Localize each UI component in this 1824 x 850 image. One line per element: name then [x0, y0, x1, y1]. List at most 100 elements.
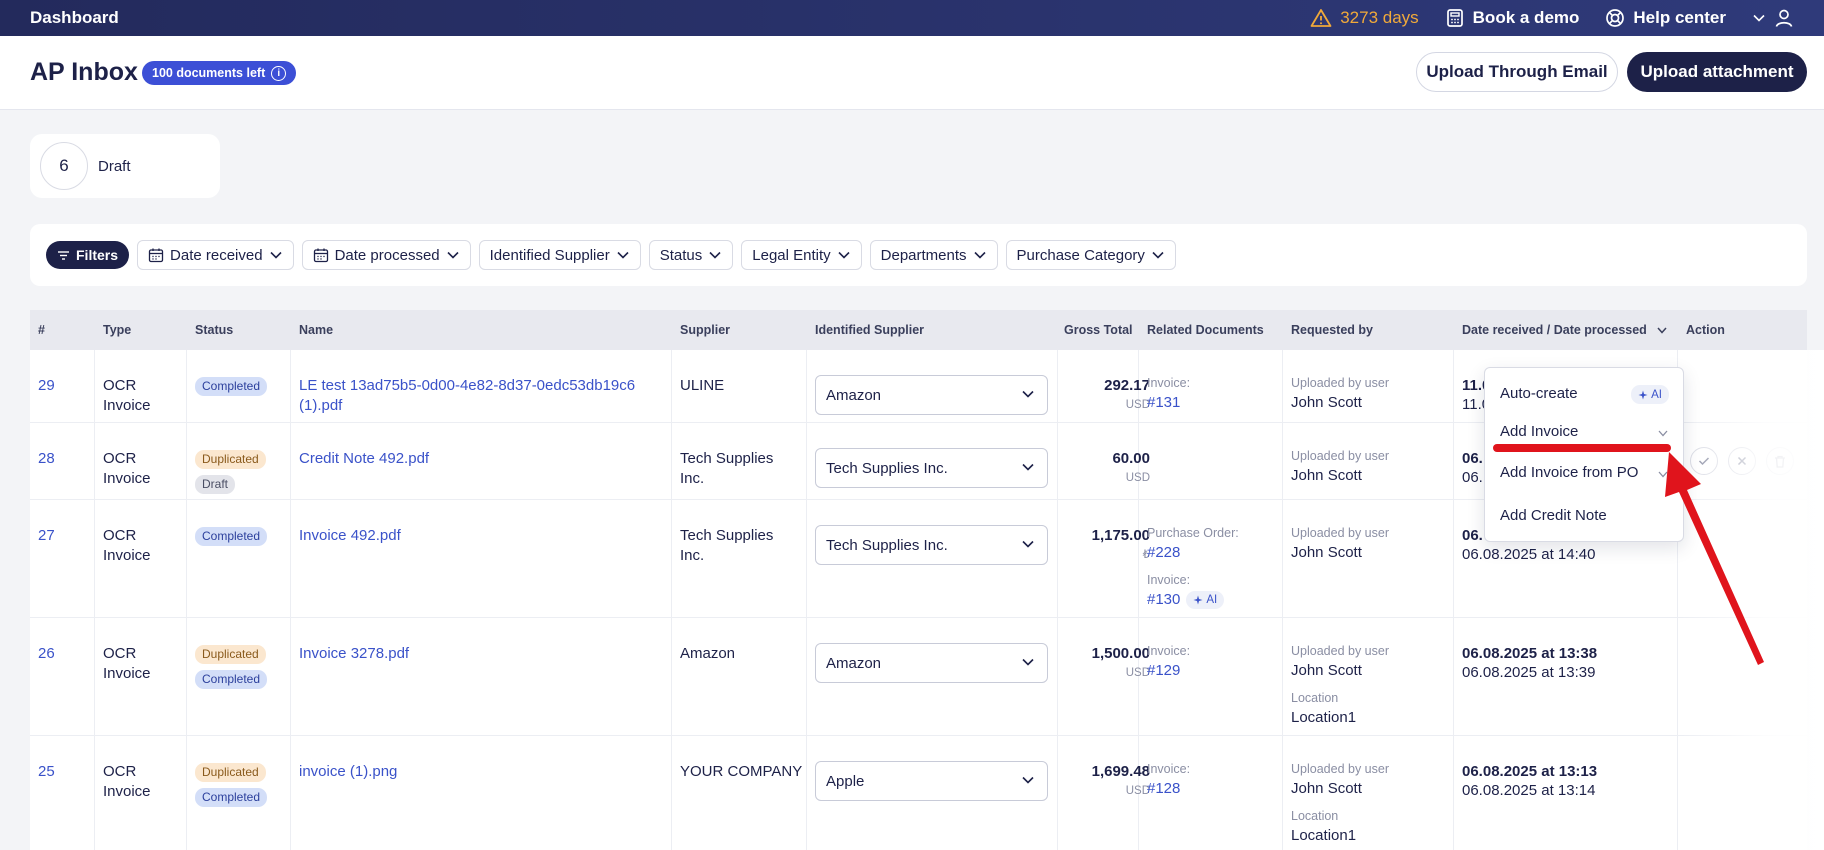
column-header-identified-supplier[interactable]: Identified Supplier — [815, 310, 924, 350]
identified-supplier-select[interactable]: Tech Supplies Inc. — [815, 525, 1048, 565]
column-header-supplier[interactable]: Supplier — [680, 310, 730, 350]
select-value: Apple — [826, 772, 865, 790]
chevron-down-icon — [1753, 14, 1765, 22]
related-doc-label: Invoice: — [1147, 644, 1191, 658]
identified-supplier-select[interactable]: Amazon — [815, 643, 1048, 683]
top-navigation-bar: Dashboard 3273 days Book a demo Help cen… — [0, 0, 1824, 36]
trial-days-indicator[interactable]: 3273 days — [1310, 8, 1419, 28]
filter-purchase-category[interactable]: Purchase Category — [1005, 240, 1176, 270]
menu-item-auto-create[interactable]: Auto-create — [1500, 385, 1578, 402]
identified-supplier-select[interactable]: Apple — [815, 761, 1048, 801]
row-supplier: Tech Supplies Inc. — [680, 527, 774, 564]
column-header-name[interactable]: Name — [299, 310, 333, 350]
lifebuoy-icon — [1606, 9, 1625, 27]
gross-total: 1,175.00 — [1091, 527, 1150, 544]
date-received: 06.08.2025 at 13:38 — [1462, 645, 1598, 662]
document-name-link[interactable]: Credit Note 492.pdf — [299, 449, 429, 469]
row-type: OCR Invoice — [103, 763, 151, 800]
column-header-related-documents[interactable]: Related Documents — [1147, 310, 1264, 350]
document-name-link[interactable]: Invoice 492.pdf — [299, 526, 401, 546]
related-doc-link[interactable]: #129 — [1147, 661, 1180, 681]
row-status: Duplicated Draft — [195, 449, 266, 499]
column-header-date[interactable]: Date received / Date processed — [1462, 310, 1668, 350]
chevron-down-icon — [1022, 776, 1034, 784]
filter-status[interactable]: Status — [648, 240, 734, 270]
requested-by-name: John Scott — [1291, 544, 1362, 561]
filter-date-processed[interactable]: Date processed — [301, 240, 471, 270]
row-id[interactable]: 25 — [38, 762, 55, 782]
row-id[interactable]: 29 — [38, 376, 55, 396]
filter-label: Identified Supplier — [489, 246, 610, 264]
filter-departments[interactable]: Departments — [869, 240, 998, 270]
user-menu[interactable] — [1752, 8, 1794, 28]
status-badge: Completed — [195, 788, 268, 807]
related-doc-link[interactable]: #130 — [1147, 591, 1180, 608]
row-id[interactable]: 26 — [38, 644, 55, 664]
related-doc-link[interactable]: #128 — [1147, 779, 1180, 799]
location-name: Location1 — [1291, 827, 1357, 844]
related-doc-link[interactable]: #228 — [1147, 543, 1180, 563]
row-status: Duplicated Completed — [195, 644, 268, 694]
row-type: OCR Invoice — [103, 645, 151, 682]
sparkle-icon — [1638, 390, 1648, 399]
documents-left-badge[interactable]: 100 documents left i — [142, 61, 297, 85]
documents-left-text: 100 documents left — [152, 66, 266, 80]
filter-label: Legal Entity — [752, 246, 831, 264]
row-supplier: ULINE — [680, 377, 725, 394]
currency: USD — [1125, 785, 1150, 797]
related-doc-link[interactable]: #131 — [1147, 393, 1180, 413]
chevron-down-icon — [1022, 658, 1034, 666]
upload-attachment-button[interactable]: Upload attachment — [1627, 52, 1807, 92]
status-badge: Completed — [195, 377, 268, 396]
date-received: 06. — [1462, 527, 1483, 544]
draft-count: 6 — [40, 142, 88, 190]
identified-supplier-select[interactable]: Tech Supplies Inc. — [815, 448, 1048, 488]
date-received: 06. — [1462, 450, 1483, 467]
document-name-link[interactable]: Invoice 3278.pdf — [299, 644, 409, 664]
filter-label: Purchase Category — [1016, 246, 1145, 264]
document-name-link[interactable]: invoice (1).png — [299, 762, 397, 782]
row-supplier: YOUR COMPANY — [680, 763, 803, 780]
chevron-down-icon — [617, 251, 629, 259]
filters-button[interactable]: Filters — [46, 241, 130, 269]
info-icon[interactable]: i — [271, 65, 287, 81]
currency: USD — [1125, 399, 1150, 411]
filter-identified-supplier[interactable]: Identified Supplier — [478, 240, 641, 270]
help-center-label: Help center — [1633, 8, 1726, 27]
column-header-gross-total[interactable]: Gross Total — [1064, 310, 1133, 350]
table-row[interactable]: 25 OCR Invoice Duplicated Completed invoi… — [30, 736, 1807, 850]
filter-legal-entity[interactable]: Legal Entity — [741, 240, 862, 270]
menu-item-add-invoice[interactable]: Add Invoice — [1500, 423, 1578, 440]
related-doc-label: Purchase Order: — [1147, 526, 1239, 540]
warning-icon — [1310, 9, 1332, 27]
sparkle-icon — [1193, 595, 1203, 605]
chevron-down-icon — [1022, 390, 1034, 398]
menu-item-add-credit-note[interactable]: Add Credit Note — [1500, 507, 1607, 524]
row-id[interactable]: 27 — [38, 526, 55, 546]
table-header: # Type Status Name Supplier Identified S… — [30, 310, 1807, 350]
row-supplier: Tech Supplies Inc. — [680, 450, 774, 487]
column-header-number[interactable]: # — [38, 310, 45, 350]
dashboard-link[interactable]: Dashboard — [30, 8, 119, 28]
requested-by-name: John Scott — [1291, 394, 1362, 411]
identified-supplier-select[interactable]: Amazon — [815, 375, 1048, 415]
column-header-status[interactable]: Status — [195, 310, 233, 350]
page-title: AP Inbox — [30, 58, 138, 86]
upload-through-email-button[interactable]: Upload Through Email — [1416, 52, 1618, 92]
currency: USD — [1125, 472, 1150, 484]
currency: ₺ — [1142, 549, 1150, 561]
filter-date-received[interactable]: Date received — [137, 240, 294, 270]
calculator-icon — [1446, 9, 1463, 27]
book-demo-link[interactable]: Book a demo — [1445, 8, 1579, 28]
column-header-requested-by[interactable]: Requested by — [1291, 310, 1373, 350]
document-name-link[interactable]: LE test 13ad75b5-0d00-4e82-8d37-0edc53db… — [299, 376, 635, 416]
menu-item-add-invoice-from-po[interactable]: Add Invoice from PO — [1500, 464, 1638, 481]
related-doc-label: Invoice: — [1147, 762, 1191, 776]
row-id[interactable]: 28 — [38, 449, 55, 469]
help-center-link[interactable]: Help center — [1605, 8, 1726, 28]
column-header-type[interactable]: Type — [103, 310, 131, 350]
table-row[interactable]: 26 OCR Invoice Duplicated Completed Invoi… — [30, 618, 1807, 736]
requested-by-label: Uploaded by user — [1291, 644, 1389, 658]
chevron-down-icon — [447, 251, 459, 259]
draft-summary-card[interactable]: 6 Draft — [30, 134, 220, 198]
